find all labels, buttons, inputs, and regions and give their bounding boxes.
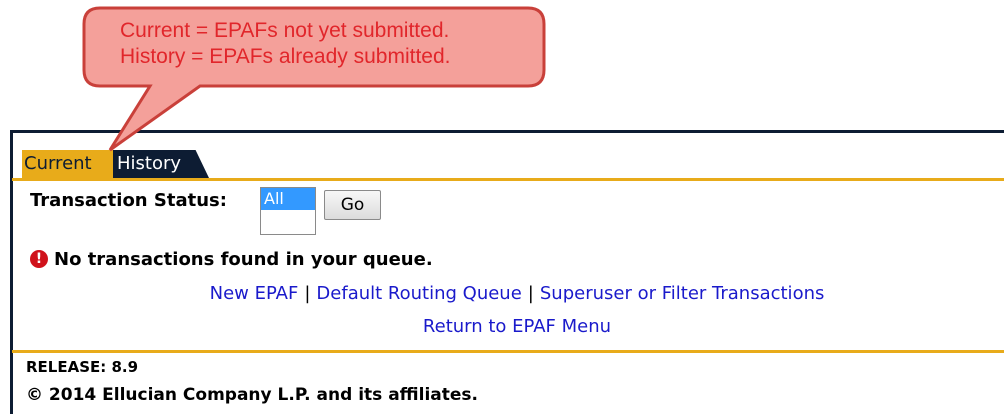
default-routing-queue-link[interactable]: Default Routing Queue: [316, 283, 521, 304]
go-button[interactable]: Go: [324, 190, 381, 220]
callout-text-history: History = EPAFs already submitted.: [120, 45, 451, 68]
epaf-screen: Current History Transaction Status: All …: [0, 0, 1004, 414]
superuser-filter-link[interactable]: Superuser or Filter Transactions: [540, 283, 825, 304]
return-to-epaf-menu-link[interactable]: Return to EPAF Menu: [423, 316, 611, 337]
links-row: New EPAF | Default Routing Queue | Superuser…: [0, 283, 1004, 304]
link-separator: |: [527, 283, 534, 304]
link-separator: |: [304, 283, 311, 304]
copyright-text: © 2014 Ellucian Company L.P. and its aff…: [26, 385, 478, 405]
footer-rule: [12, 350, 1004, 353]
transaction-status-label: Transaction Status:: [30, 190, 227, 211]
tab-underline: [12, 178, 1004, 181]
links-row-2: Return to EPAF Menu: [0, 316, 1004, 337]
no-transactions-message: No transactions found in your queue.: [54, 249, 433, 270]
tab-history[interactable]: History: [113, 150, 209, 178]
status-option-all[interactable]: All: [261, 188, 315, 210]
new-epaf-link[interactable]: New EPAF: [210, 283, 299, 304]
tab-current[interactable]: Current: [22, 150, 113, 178]
callout-text-current: Current = EPAFs not yet submitted.: [120, 19, 450, 42]
transaction-status-select[interactable]: All: [260, 187, 316, 235]
tab-bar: Current History: [22, 150, 1004, 178]
release-text: RELEASE: 8.9: [26, 358, 139, 376]
error-icon: !: [30, 250, 48, 268]
